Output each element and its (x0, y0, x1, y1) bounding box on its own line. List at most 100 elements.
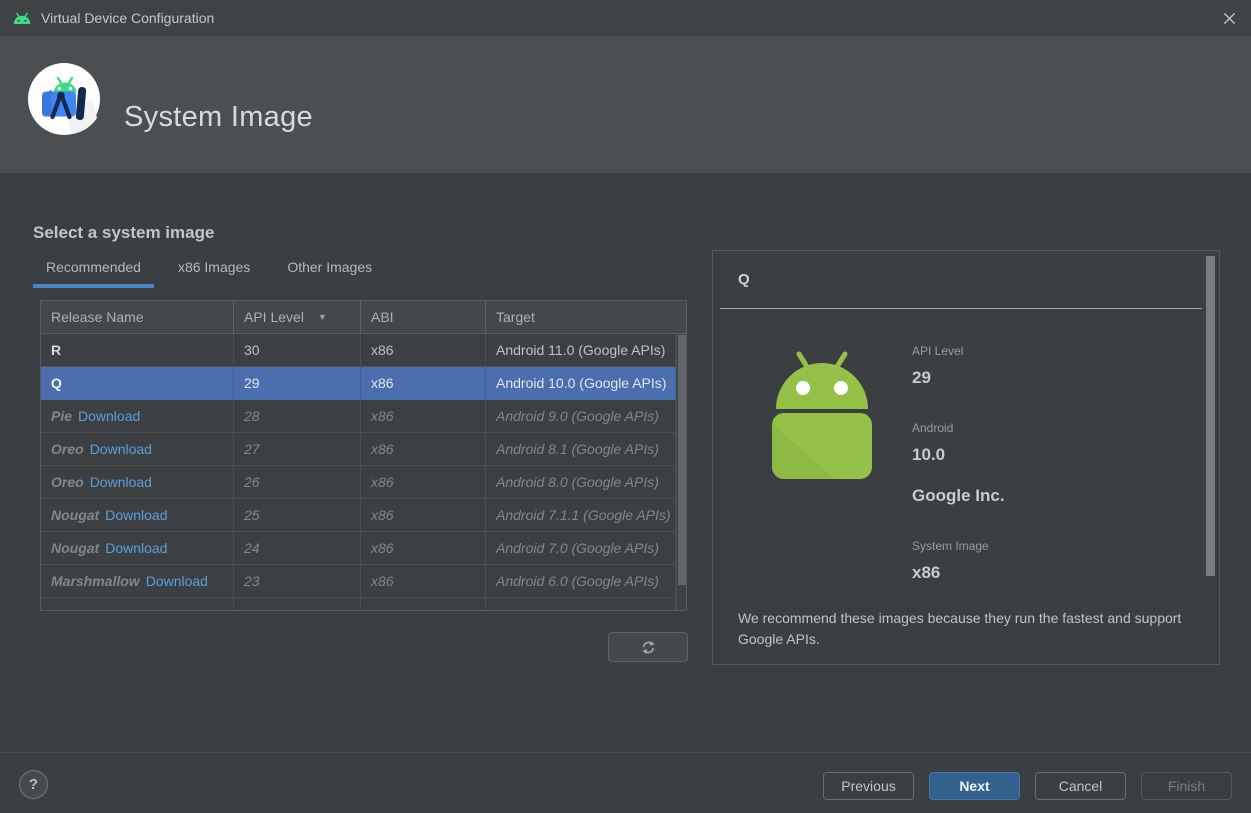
api-level-cell: 27 (234, 433, 361, 466)
release-name-cell: Pie Download (41, 400, 234, 433)
android-head-icon (13, 12, 31, 24)
api-level-cell: 30 (234, 334, 361, 367)
sort-desc-icon: ▼ (317, 312, 327, 322)
cancel-button[interactable]: Cancel (1035, 772, 1126, 800)
release-name: Oreo (51, 441, 84, 457)
footer-buttons: Previous Next Cancel Finish (823, 772, 1232, 800)
detail-value: Google Inc. (912, 486, 1005, 505)
download-link[interactable]: Download (90, 474, 152, 490)
download-link[interactable]: Download (78, 408, 140, 424)
android-robot-illustration (772, 351, 872, 479)
download-link[interactable]: Download (90, 441, 152, 457)
section-heading: Select a system image (33, 223, 215, 243)
help-icon: ? (28, 776, 39, 793)
table-row[interactable]: Nougat Download 24 x86 Android 7.0 (Google A… (41, 532, 676, 565)
next-button[interactable]: Next (929, 772, 1020, 800)
api-level-cell: 25 (234, 499, 361, 532)
table-body: R 30 x86 Android 11.0 (Google APIs) Q 29 x86 An… (41, 334, 676, 610)
tab-x86-images[interactable]: x86 Images (165, 259, 263, 288)
download-link[interactable]: Download (105, 507, 167, 523)
table-scrollbar-thumb[interactable] (678, 335, 686, 585)
system-image-table: Release Name API Level ▼ ABI Target R 30 x86 An… (40, 300, 687, 611)
release-name-cell: Oreo Download (41, 433, 234, 466)
release-name-cell: Nougat Download (41, 532, 234, 565)
release-name-cell: Q (41, 367, 234, 400)
column-header-abi[interactable]: ABI (361, 301, 486, 333)
api-level-cell: 24 (234, 532, 361, 565)
target-cell: Android 11.0 (Google APIs) (486, 334, 676, 367)
download-link[interactable]: Download (105, 540, 167, 556)
column-label: Target (496, 309, 535, 325)
recommendation-note: We recommend these images because they r… (738, 610, 1182, 647)
footer-bar: ? Previous Next Cancel Finish (0, 752, 1251, 813)
android-studio-avd-icon (28, 63, 100, 135)
api-level-cell: 26 (234, 466, 361, 499)
target-cell: Android 8.1 (Google APIs) (486, 433, 676, 466)
api-level-cell: 29 (234, 367, 361, 400)
release-name: Pie (51, 408, 73, 424)
release-name-cell: Oreo Download (41, 466, 234, 499)
table-row[interactable]: Oreo Download 27 x86 Android 8.1 (Google API… (41, 433, 676, 466)
abi-cell: x86 (361, 334, 486, 367)
close-icon (1223, 12, 1235, 24)
release-name: R (51, 342, 62, 358)
detail-value: x86 (912, 563, 941, 582)
window-title: Virtual Device Configuration (41, 10, 215, 26)
release-name-cell: Marshmallow Download (41, 565, 234, 598)
abi-cell: x86 (361, 565, 486, 598)
column-header-api-level[interactable]: API Level ▼ (234, 301, 361, 333)
release-name: Nougat (51, 540, 100, 556)
panel-divider (720, 308, 1202, 309)
filler-cell (41, 598, 234, 610)
release-name: Nougat (51, 507, 100, 523)
detail-label-system-image: System Image (912, 539, 989, 553)
table-scrollbar[interactable] (676, 334, 686, 610)
tab-recommended[interactable]: Recommended (33, 259, 154, 288)
table-row[interactable]: Pie Download 28 x86 Android 9.0 (Google APIs… (41, 400, 676, 433)
details-panel: Q API Level 29 Android 10.0 Google Inc. Syste… (712, 250, 1220, 665)
column-label: ABI (371, 309, 394, 325)
finish-button: Finish (1141, 772, 1232, 800)
download-link[interactable]: Download (146, 573, 208, 589)
detail-label-android: Android (912, 421, 954, 435)
table-row[interactable]: Oreo Download 26 x86 Android 8.0 (Google API… (41, 466, 676, 499)
table-row[interactable]: R 30 x86 Android 11.0 (Google APIs) (41, 334, 676, 367)
table-row[interactable]: Q 29 x86 Android 10.0 (Google APIs) (41, 367, 676, 400)
tab-bar: Recommended x86 Images Other Images (33, 259, 396, 288)
api-level-cell: 28 (234, 400, 361, 433)
release-name: Q (51, 375, 62, 391)
api-level-cell: 23 (234, 565, 361, 598)
table-filler-row (41, 598, 676, 610)
abi-cell: x86 (361, 433, 486, 466)
table-row[interactable]: Marshmallow Download 23 x86 Android 6.0 (Goo… (41, 565, 676, 598)
column-header-target[interactable]: Target (486, 301, 686, 333)
help-button[interactable]: ? (19, 770, 48, 799)
column-header-release-name[interactable]: Release Name (41, 301, 234, 333)
filler-cell (361, 598, 486, 610)
selected-release-title: Q (738, 271, 750, 288)
target-cell: Android 10.0 (Google APIs) (486, 367, 676, 400)
release-name-cell: R (41, 334, 234, 367)
target-cell: Android 9.0 (Google APIs) (486, 400, 676, 433)
details-fields: API Level 29 Android 10.0 Google Inc. System … (912, 344, 1005, 583)
target-cell: Android 8.0 (Google APIs) (486, 466, 676, 499)
previous-button[interactable]: Previous (823, 772, 914, 800)
abi-cell: x86 (361, 367, 486, 400)
release-name: Oreo (51, 474, 84, 490)
table-row[interactable]: Nougat Download 25 x86 Android 7.1.1 (Google… (41, 499, 676, 532)
abi-cell: x86 (361, 532, 486, 565)
detail-label-api-level: API Level (912, 344, 964, 358)
tab-other-images[interactable]: Other Images (274, 259, 385, 288)
column-label: Release Name (51, 309, 144, 325)
release-name-cell: Nougat Download (41, 499, 234, 532)
target-cell: Android 7.1.1 (Google APIs) (486, 499, 676, 532)
refresh-icon (641, 640, 655, 654)
abi-cell: x86 (361, 466, 486, 499)
refresh-button[interactable] (608, 632, 688, 662)
close-button[interactable] (1220, 9, 1238, 27)
abi-cell: x86 (361, 499, 486, 532)
table-header: Release Name API Level ▼ ABI Target (41, 301, 686, 334)
panel-scrollbar-thumb[interactable] (1206, 256, 1215, 576)
target-cell: Android 7.0 (Google APIs) (486, 532, 676, 565)
abi-cell: x86 (361, 400, 486, 433)
